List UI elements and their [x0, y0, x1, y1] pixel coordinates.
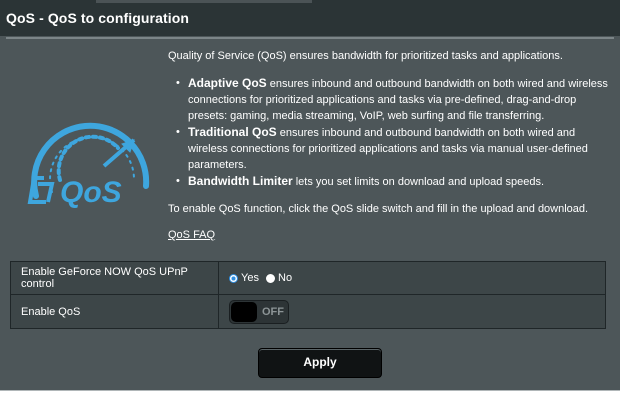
- bullet-icon: •: [176, 77, 180, 89]
- enable-instructions: To enable QoS function, click the QoS sl…: [168, 203, 589, 215]
- geforce-no-option[interactable]: No: [266, 272, 292, 284]
- radio-selected-icon[interactable]: [229, 273, 238, 283]
- apply-button[interactable]: Apply: [258, 348, 382, 378]
- geforce-no-label: No: [278, 272, 293, 284]
- toggle-state-text: OFF: [262, 305, 284, 318]
- page-title: QoS - QoS to configuration: [6, 10, 190, 26]
- radio-unselected-icon[interactable]: [266, 273, 276, 283]
- qos-description: Quality of Service (QoS) ensures bandwid…: [168, 48, 613, 243]
- bullet-icon: •: [176, 175, 180, 187]
- bullet-icon: •: [176, 126, 180, 138]
- feature-name: Bandwidth Limiter: [188, 174, 293, 188]
- feature-name: Traditional QoS: [188, 125, 277, 139]
- enable-qos-cell: OFF: [218, 294, 606, 329]
- geforce-qos-label: Enable GeForce NOW QoS UPnP control: [10, 261, 219, 295]
- title-divider: [6, 37, 614, 39]
- enable-qos-toggle[interactable]: OFF: [229, 299, 289, 324]
- qos-panel: QoS - QoS to configuration QoS Quality o…: [0, 0, 620, 391]
- qos-settings-table: Enable GeForce NOW QoS UPnP control Yes …: [10, 261, 606, 329]
- qos-intro-text: Quality of Service (QoS) ensures bandwid…: [168, 50, 563, 62]
- setting-row-enable-qos: Enable QoS OFF: [10, 294, 606, 329]
- enable-qos-label: Enable QoS: [10, 294, 219, 329]
- qos-speedometer-logo-icon: QoS: [27, 122, 150, 208]
- feature-name: Adaptive QoS: [188, 76, 267, 90]
- geforce-yes-option[interactable]: Yes: [229, 272, 259, 284]
- feature-adaptive-qos: • Adaptive QoS ensures inbound and outbou…: [168, 75, 613, 124]
- svg-text:QoS: QoS: [60, 176, 122, 208]
- feature-text: lets you set limits on download and uplo…: [292, 176, 544, 188]
- title-bar: QoS - QoS to configuration: [0, 0, 620, 36]
- qos-faq-link[interactable]: QoS FAQ: [168, 227, 215, 243]
- toggle-knob[interactable]: [231, 301, 257, 322]
- qos-feature-list: • Adaptive QoS ensures inbound and outbou…: [168, 75, 613, 190]
- feature-bandwidth-limiter: • Bandwidth Limiter lets you set limits o…: [168, 173, 613, 190]
- geforce-qos-options: Yes No: [218, 261, 606, 295]
- geforce-yes-label: Yes: [241, 272, 259, 284]
- setting-row-geforce: Enable GeForce NOW QoS UPnP control Yes …: [10, 261, 606, 295]
- tab-strip: [96, 0, 312, 3]
- feature-traditional-qos: • Traditional QoS ensures inbound and out…: [168, 124, 613, 173]
